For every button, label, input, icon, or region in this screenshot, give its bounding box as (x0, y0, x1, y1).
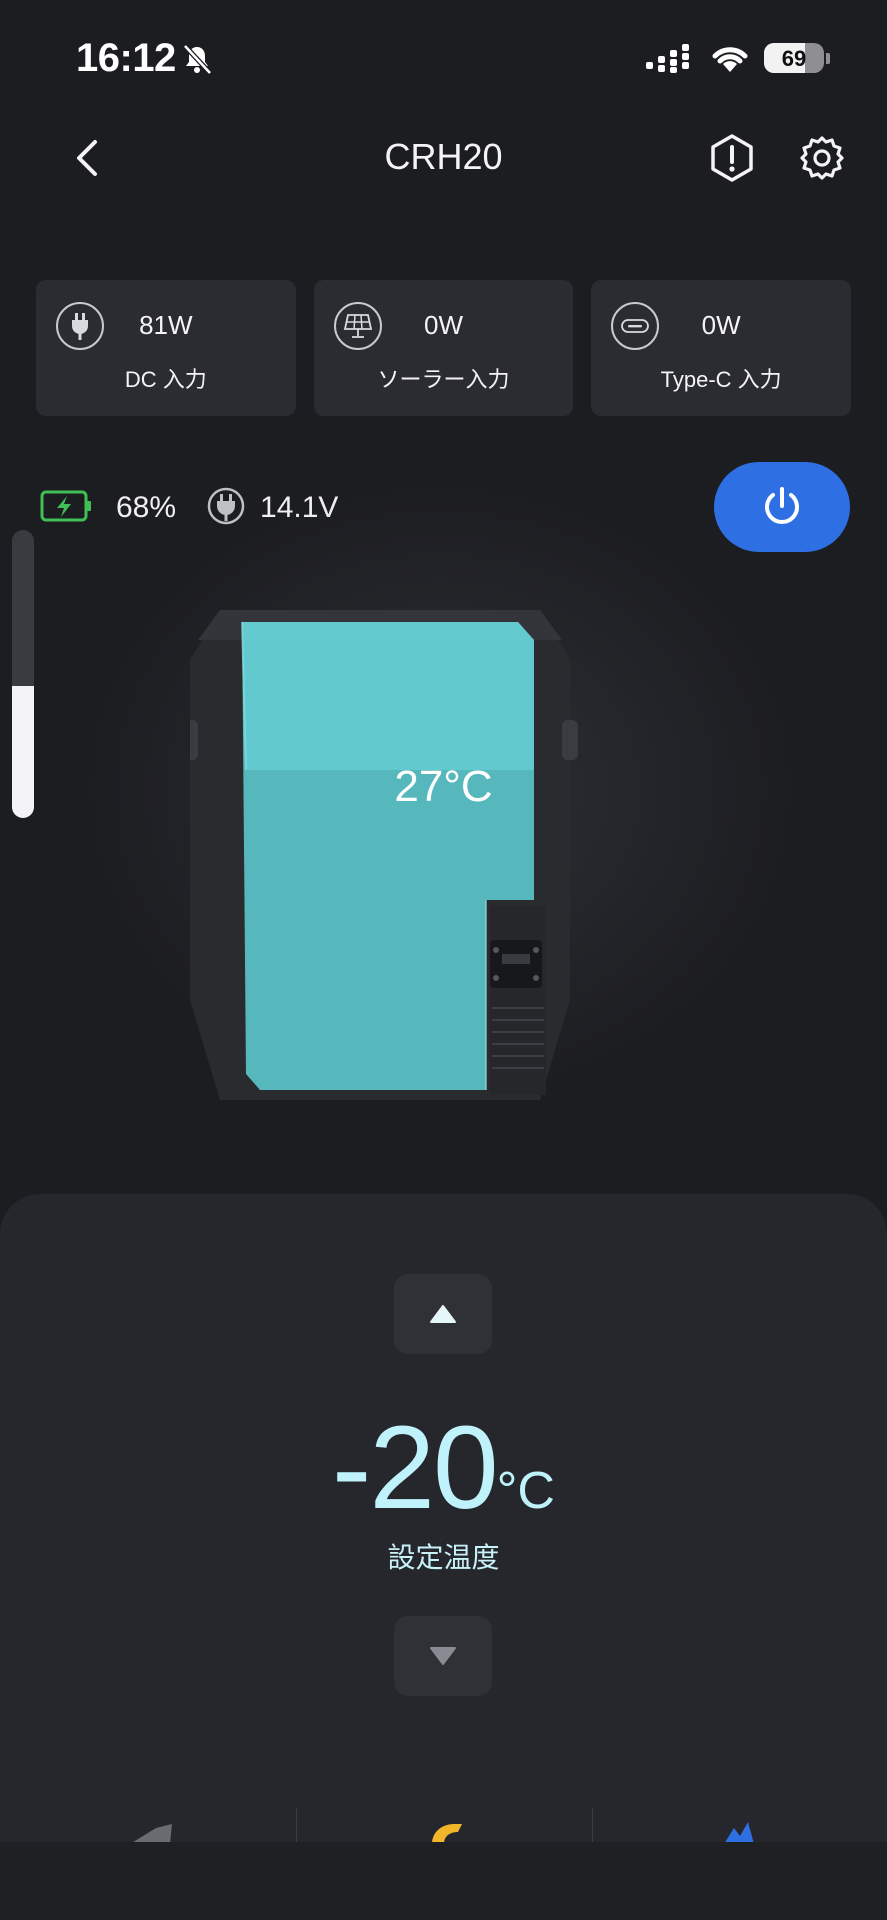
power-input-cards: 81W DC 入力 0W ソーラー入力 0W Type-C 入力 (36, 280, 852, 416)
typec-input-label: Type-C 入力 (660, 367, 782, 392)
battery-status-percent: 69 (781, 46, 807, 71)
gear-icon (800, 136, 844, 180)
bell-muted-icon (180, 42, 214, 81)
battery-status-icon: 69 (764, 43, 824, 73)
dc-input-label: DC 入力 (124, 367, 207, 392)
triangle-down-icon (430, 1647, 456, 1665)
battery-charging-icon (40, 490, 94, 527)
typec-input-value: 0W (701, 310, 741, 340)
cabin-temperature: 27°C (394, 762, 493, 811)
dc-input-value: 81W (139, 310, 193, 340)
settings-button[interactable] (796, 130, 848, 186)
plug-circle-icon (206, 486, 246, 531)
battery-percent: 68% (116, 491, 177, 524)
tab-mode-3-icon (724, 1822, 754, 1844)
triangle-up-icon (430, 1305, 456, 1323)
setpoint-unit: °C (496, 1462, 555, 1520)
setpoint-display: -20°C (0, 1400, 887, 1536)
temp-up-button[interactable] (394, 1274, 492, 1354)
tab-divider (296, 1808, 297, 1844)
setpoint-value: -20 (332, 1402, 499, 1534)
tab-mode-1-icon (130, 1824, 172, 1844)
solar-input-label: ソーラー入力 (377, 367, 510, 392)
fridge-illustration (182, 600, 700, 1120)
tab-divider (592, 1808, 593, 1844)
setpoint-label: 設定温度 (387, 1542, 500, 1573)
bottom-bar (0, 1842, 887, 1920)
battery-status-nub (826, 53, 830, 64)
wifi-icon (710, 42, 750, 79)
temp-down-button[interactable] (394, 1616, 492, 1696)
power-icon (765, 487, 799, 524)
status-bar: 16:12 69 (0, 0, 887, 120)
power-button[interactable] (714, 462, 850, 552)
typec-input-card: 0W Type-C 入力 (591, 280, 852, 416)
alert-hexagon-icon (711, 134, 753, 182)
cellular-signal-icon (646, 44, 692, 79)
status-time: 16:12 (76, 36, 176, 80)
app-header: CRH20 (0, 120, 887, 200)
solar-input-value: 0W (424, 310, 463, 340)
tab-mode-2-icon (432, 1824, 462, 1844)
alert-button[interactable] (706, 130, 758, 186)
mode-tabs (0, 1800, 887, 1844)
solar-input-card: 0W ソーラー入力 (313, 280, 574, 416)
dc-input-card: 81W DC 入力 (36, 280, 296, 416)
